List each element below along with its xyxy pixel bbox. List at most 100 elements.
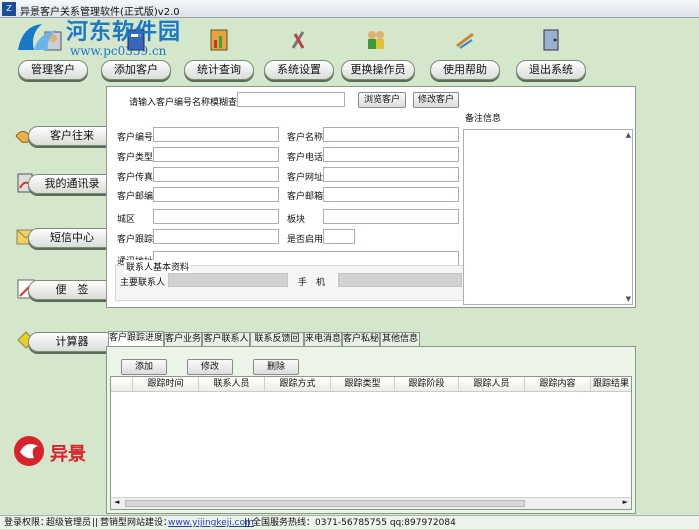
district-input[interactable]: [153, 209, 279, 224]
toolbar-system-settings-label: 系统设置: [264, 60, 334, 80]
tab-customer-business[interactable]: 客户业务: [164, 332, 202, 347]
help-icon: [456, 32, 474, 49]
grid-col-stage[interactable]: 跟踪阶段: [395, 377, 459, 392]
website-link[interactable]: www.yijingkeji.com: [168, 516, 254, 530]
grid-horizontal-scrollbar[interactable]: ◄ ►: [111, 497, 631, 509]
customer-fax-label: 客户传真: [117, 173, 154, 183]
main-contact-label: 主要联系人: [120, 278, 166, 288]
grid-col-result[interactable]: 跟踪结果: [591, 377, 631, 392]
scroll-right-icon[interactable]: ►: [623, 498, 628, 506]
brand-logo-text: 异景: [50, 444, 86, 465]
sector-input[interactable]: [323, 209, 459, 224]
edit-tracking-button[interactable]: 修改: [187, 359, 233, 375]
customer-email-label: 客户邮箱: [287, 192, 324, 202]
customer-website-input[interactable]: [323, 167, 459, 182]
detail-tabs: 客户跟踪进度 客户业务 客户联系人 联系反馈回访 来电消息 客户私秘 其他信息: [106, 331, 636, 357]
sidebar-label-customer-contact: 客户往来: [28, 126, 116, 146]
customer-zip-label: 客户邮编: [117, 192, 154, 202]
customer-name-input[interactable]: [323, 127, 459, 142]
mobile-label: 手 机: [298, 278, 326, 288]
notes-textarea[interactable]: ▲ ▼: [463, 129, 633, 305]
customer-tracking-input[interactable]: [153, 229, 279, 244]
scrollbar-thumb[interactable]: [125, 500, 525, 507]
customer-no-input[interactable]: [153, 127, 279, 142]
grid-header: 跟踪时间 联系人员 跟踪方式 跟踪类型 跟踪阶段 跟踪人员 跟踪内容 跟踪结果: [111, 377, 631, 392]
watermark-url: www.pc0359.cn: [70, 44, 167, 58]
tab-tracking-progress[interactable]: 客户跟踪进度: [108, 331, 164, 347]
sidebar-label-calculator: 计算器: [28, 332, 116, 352]
tab-incoming-messages[interactable]: 来电消息: [304, 332, 342, 347]
customer-type-input[interactable]: [153, 147, 279, 162]
tab-other-info[interactable]: 其他信息: [380, 332, 420, 347]
grid-col-type[interactable]: 跟踪类型: [331, 377, 395, 392]
toolbar-help-button[interactable]: 使用帮助: [430, 22, 500, 82]
contact-group: 联系人基本资料 主要联系人 手 机: [115, 260, 467, 301]
sidebar-item-address-book[interactable]: 我的通讯录: [14, 170, 120, 196]
tools-icon: [291, 31, 305, 49]
sidebar-item-sms-center[interactable]: 短信中心: [14, 224, 120, 250]
customer-fax-input[interactable]: [153, 167, 279, 182]
hotline-text: 全国服务热线：0371-56785755 qq:897972084: [252, 518, 456, 528]
grid-header-indicator: [111, 377, 133, 392]
watermark-logo-icon: [18, 24, 56, 50]
customer-name-label: 客户名称: [287, 133, 324, 143]
sidebar-item-memo[interactable]: 便 签: [14, 276, 120, 302]
sidebar-item-customer-contact[interactable]: 客户往来: [14, 122, 120, 148]
customer-phone-input[interactable]: [323, 147, 459, 162]
grid-col-staff[interactable]: 跟踪人员: [459, 377, 525, 392]
toolbar-help-label: 使用帮助: [430, 60, 500, 80]
edit-customer-button[interactable]: 修改客户: [413, 92, 459, 108]
toolbar-exit-label: 退出系统: [516, 60, 586, 80]
grid-col-contact[interactable]: 联系人员: [199, 377, 265, 392]
sidebar-item-calculator[interactable]: 计算器: [14, 328, 120, 354]
scroll-left-icon[interactable]: ◄: [114, 498, 119, 506]
status-separator: ||: [244, 518, 251, 528]
customer-email-input[interactable]: [323, 187, 459, 202]
users-icon: [368, 31, 384, 49]
toolbar-system-settings-button[interactable]: 系统设置: [264, 22, 334, 82]
grid-col-content[interactable]: 跟踪内容: [525, 377, 591, 392]
main-contact-field[interactable]: [168, 273, 288, 287]
browse-customers-button[interactable]: 浏览客户: [358, 92, 406, 108]
sidebar-label-memo: 便 签: [28, 280, 116, 300]
notes-label: 备注信息: [465, 114, 502, 124]
exit-icon: [543, 29, 559, 51]
add-tracking-button[interactable]: 添加: [121, 359, 167, 375]
customer-tracking-label: 客户跟踪: [117, 235, 154, 245]
toolbar-switch-operator-label: 更换操作员: [341, 60, 415, 80]
sidebar-label-sms-center: 短信中心: [28, 228, 116, 248]
scroll-up-icon[interactable]: ▲: [626, 131, 631, 139]
login-permission-label: 登录权限：: [4, 518, 50, 528]
watermark: 河东软件园 www.pc0359.cn: [4, 14, 204, 60]
grid-col-track-time[interactable]: 跟踪时间: [133, 377, 199, 392]
tab-feedback-visits[interactable]: 联系反馈回访: [250, 332, 304, 357]
contact-group-title: 联系人基本资料: [124, 260, 192, 273]
website-label: 营销型网站建设：: [100, 518, 173, 528]
customer-no-label: 客户编号: [117, 133, 154, 143]
mobile-field[interactable]: [338, 273, 462, 287]
login-permission-value: 超级管理员: [46, 518, 92, 528]
sidebar-label-address-book: 我的通讯录: [28, 174, 116, 194]
stats-query-icon: [210, 29, 228, 51]
toolbar-stats-query-label: 统计查询: [184, 60, 254, 80]
toolbar-switch-operator-button[interactable]: 更换操作员: [341, 22, 415, 82]
sector-label: 板块: [287, 215, 306, 225]
tab-customer-private[interactable]: 客户私秘: [342, 332, 380, 347]
search-label: 请输入客户编号名称模糊查询: [129, 98, 247, 108]
toolbar-manage-customer-label: 管理客户: [18, 60, 88, 80]
enabled-input[interactable]: [323, 229, 355, 244]
brand-logo: 异景: [12, 432, 102, 472]
customer-zip-input[interactable]: [153, 187, 279, 202]
toolbar-exit-button[interactable]: 退出系统: [516, 22, 586, 82]
scroll-down-icon[interactable]: ▼: [626, 295, 631, 303]
dragon-logo-icon: [14, 436, 44, 466]
watermark-name: 河东软件园: [66, 19, 182, 45]
delete-tracking-button[interactable]: 删除: [253, 359, 299, 375]
address-input[interactable]: [153, 251, 459, 266]
tab-customer-contacts[interactable]: 客户联系人: [202, 332, 250, 347]
search-input[interactable]: [237, 92, 345, 107]
tracking-grid[interactable]: 跟踪时间 联系人员 跟踪方式 跟踪类型 跟踪阶段 跟踪人员 跟踪内容 跟踪结果 …: [110, 376, 632, 510]
toolbar-add-customer-label: 添加客户: [101, 60, 171, 80]
grid-col-method[interactable]: 跟踪方式: [265, 377, 331, 392]
enabled-label: 是否启用: [287, 235, 324, 245]
